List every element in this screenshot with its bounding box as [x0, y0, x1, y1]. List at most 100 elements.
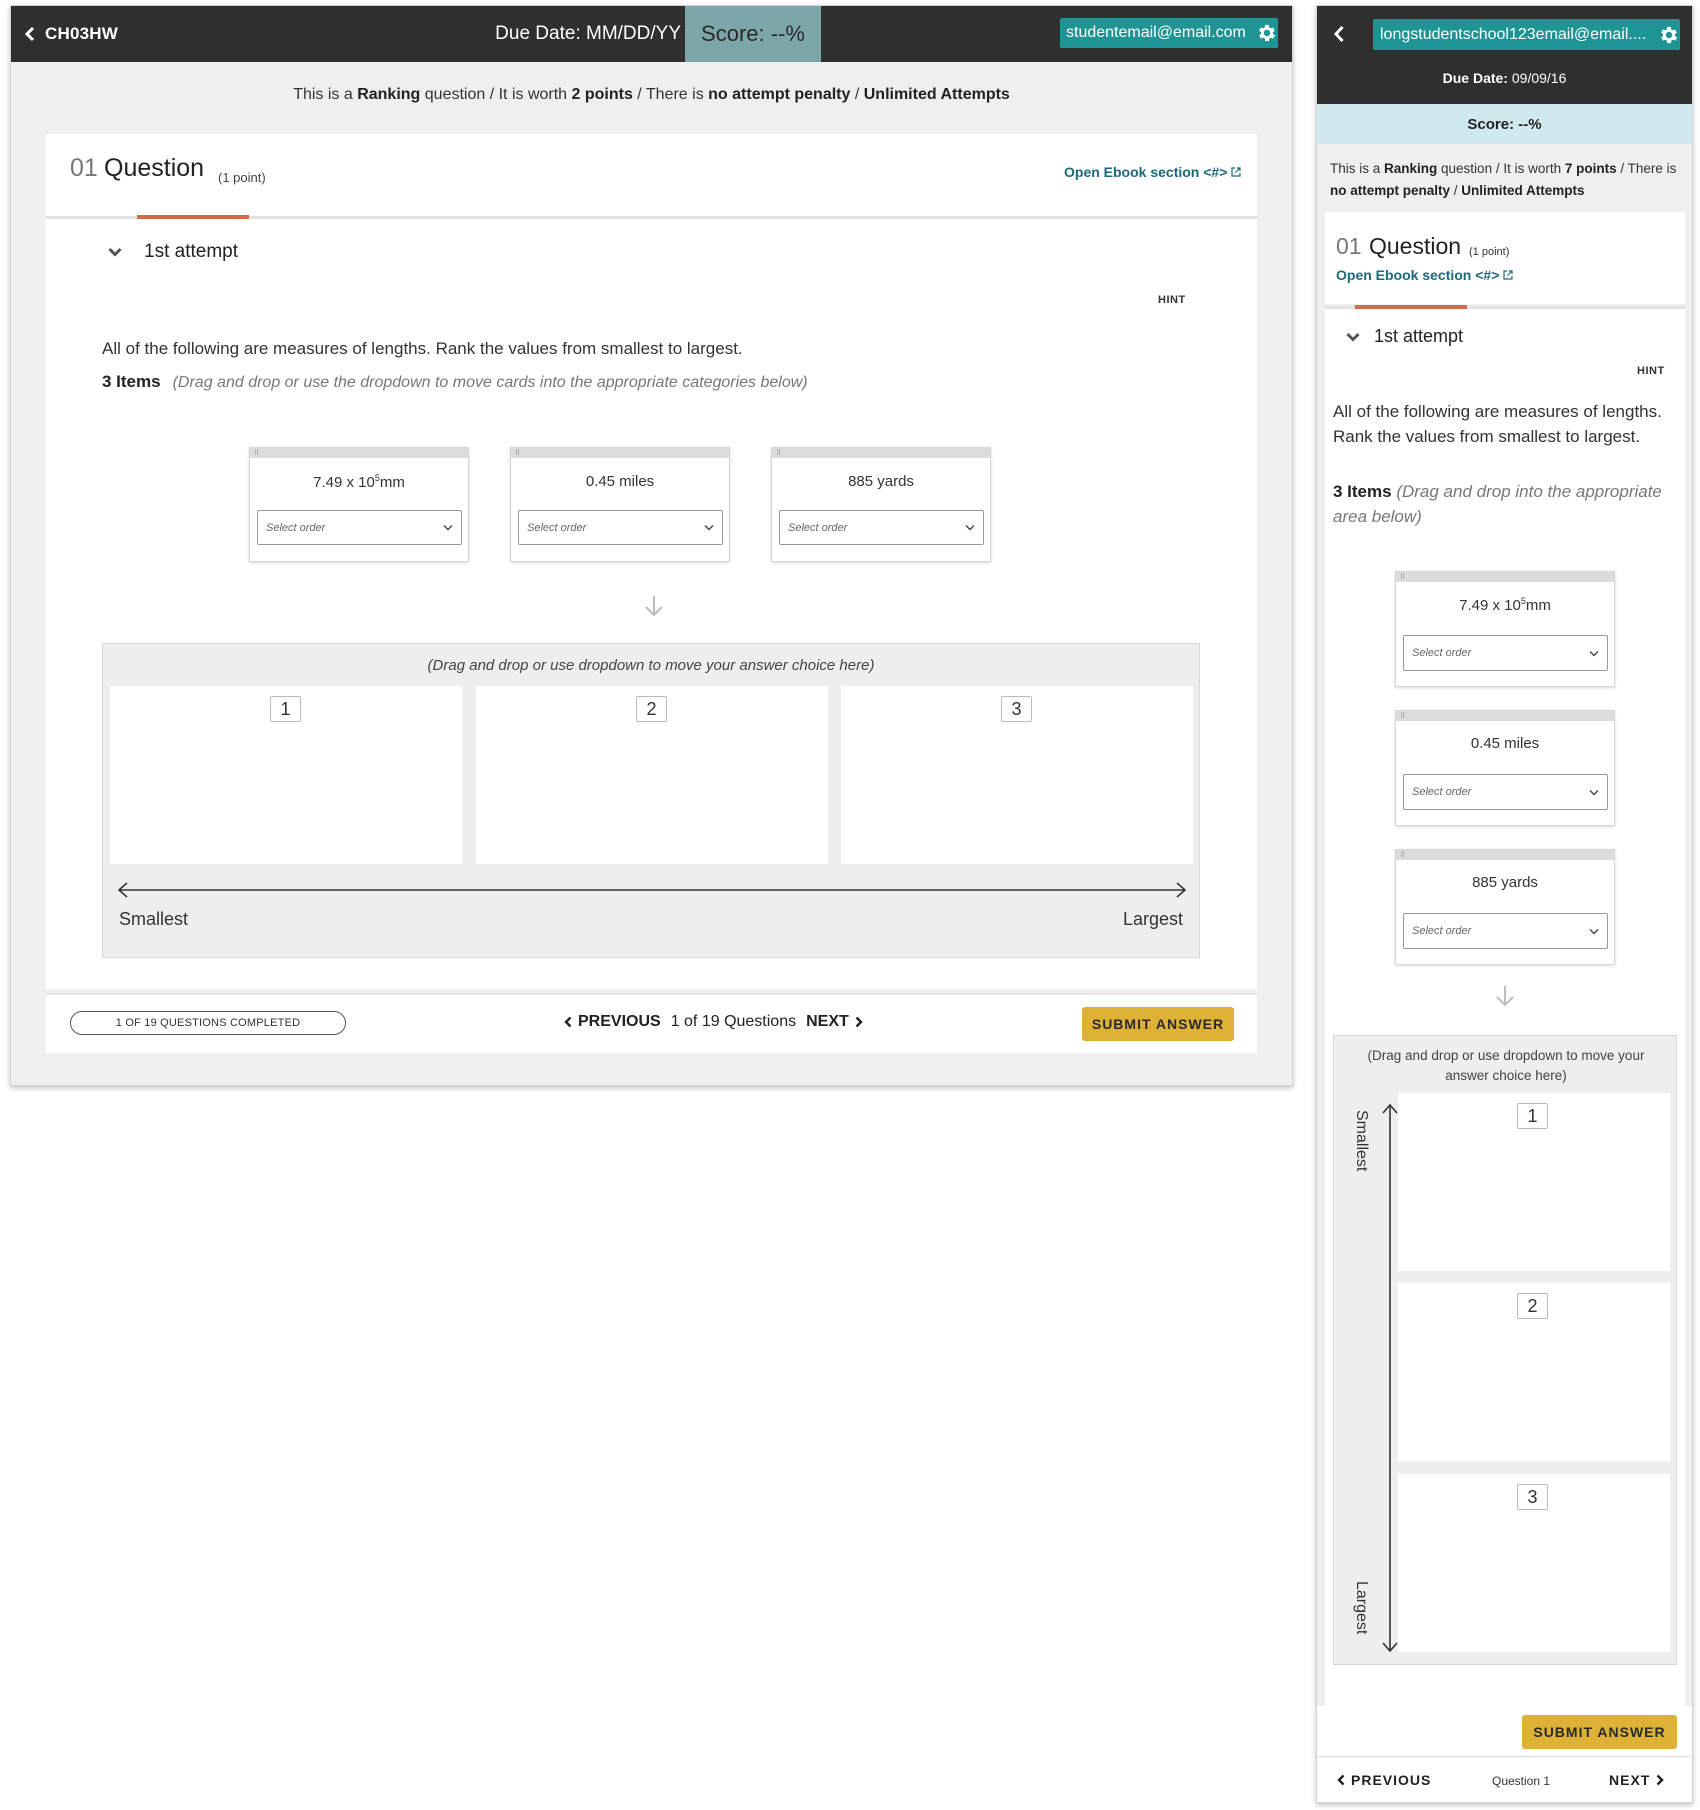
previous-button[interactable]: PREVIOUS — [1337, 1772, 1431, 1788]
submit-answer-button[interactable]: SUBMIT ANSWER — [1522, 1715, 1677, 1749]
back-button[interactable]: CH03HW — [25, 22, 118, 46]
account-email: longstudentschool123email@email.... — [1380, 25, 1647, 43]
submit-bar: SUBMIT ANSWER — [1317, 1706, 1692, 1756]
ranking-slot[interactable]: 1 — [1398, 1093, 1670, 1271]
slot-number: 2 — [1517, 1293, 1548, 1319]
assignment-name: CH03HW — [45, 24, 118, 43]
scale-axis — [117, 882, 1187, 898]
account-menu[interactable]: longstudentschool123email@email.... — [1373, 19, 1680, 50]
scale-largest-label: Largest — [1344, 1581, 1374, 1651]
scale-largest-label: Largest — [1122, 909, 1183, 929]
ebook-link-label: Open Ebook section <#> — [1336, 267, 1500, 283]
card-value-unit: mm — [1525, 597, 1551, 614]
items-count: 3 Items — [102, 372, 161, 391]
order-select[interactable]: Select order — [1403, 913, 1608, 949]
due-date-label: Due Date: — [1442, 70, 1508, 86]
chevron-left-icon — [25, 26, 35, 42]
hint-button[interactable]: HINT — [1158, 294, 1186, 306]
question-position: 1 of 19 Questions — [670, 1013, 797, 1030]
card-value-base: 7.49 x 10 — [1459, 597, 1521, 614]
ranking-slot[interactable]: 1 — [110, 686, 462, 864]
order-select-placeholder: Select order — [1412, 786, 1472, 798]
answer-card[interactable]: ⠿ 7.49 x 105mm Select order — [249, 447, 469, 562]
grip-icon[interactable]: ⠿ — [511, 448, 729, 458]
attempt-toggle[interactable]: 1st attempt — [1346, 326, 1463, 347]
ranking-dropzone[interactable]: (Drag and drop or use dropdown to move y… — [102, 643, 1200, 958]
arrow-down-icon — [645, 596, 663, 617]
items-instruction: (Drag and drop or use the dropdown to mo… — [172, 374, 808, 391]
answer-card[interactable]: ⠿ 7.49 x 105mm Select order — [1395, 571, 1615, 687]
info-text: question / It is worth — [1437, 161, 1565, 176]
next-label: NEXT — [1609, 1772, 1651, 1788]
question-navigation: PREVIOUS Question 1 NEXT — [1317, 1756, 1692, 1802]
slot-number: 1 — [270, 696, 301, 722]
ebook-link[interactable]: Open Ebook section <#> — [1336, 267, 1513, 283]
gear-icon[interactable] — [1256, 22, 1278, 44]
info-text: This is a — [1330, 161, 1385, 176]
gear-icon[interactable] — [1658, 24, 1680, 46]
chevron-down-icon — [704, 525, 714, 531]
hint-button[interactable]: HINT — [1637, 365, 1665, 377]
grip-icon[interactable]: ⠿ — [1396, 711, 1614, 721]
ebook-link[interactable]: Open Ebook section <#> — [1064, 164, 1241, 180]
attempt-label: 1st attempt — [1374, 326, 1464, 346]
order-select[interactable]: Select order — [1403, 774, 1608, 810]
order-select[interactable]: Select order — [779, 510, 984, 545]
order-select-placeholder: Select order — [1412, 647, 1472, 659]
grip-icon[interactable]: ⠿ — [250, 448, 468, 458]
arrow-down-icon — [1496, 986, 1514, 1007]
answer-card[interactable]: ⠿ 0.45 miles Select order — [1395, 710, 1615, 826]
info-text: question / It is worth — [420, 86, 572, 103]
attempt-limit: Unlimited Attempts — [1461, 183, 1585, 198]
ranking-slot[interactable]: 2 — [1398, 1283, 1670, 1461]
order-select[interactable]: Select order — [257, 510, 462, 545]
question-navigation: PREVIOUS 1 of 19 Questions NEXT — [564, 1013, 863, 1031]
progress-indicator: 1 OF 19 QUESTIONS COMPLETED — [70, 1011, 346, 1035]
question-type: Ranking — [1384, 161, 1438, 176]
next-button[interactable]: NEXT — [806, 1013, 863, 1031]
question-worth: 2 points — [571, 86, 633, 103]
desktop-window: CH03HW Due Date: MM/DD/YY Score: --% stu… — [10, 5, 1293, 1086]
chevron-down-icon — [108, 247, 122, 257]
next-label: NEXT — [806, 1013, 849, 1030]
grip-icon[interactable]: ⠿ — [772, 448, 990, 458]
info-text: / There is — [1616, 161, 1677, 176]
answer-card[interactable]: ⠿ 885 yards Select order — [771, 447, 991, 562]
chevron-left-icon — [564, 1016, 572, 1028]
question-worth: 7 points — [1564, 161, 1617, 176]
previous-button[interactable]: PREVIOUS — [564, 1013, 661, 1031]
due-date: Due Date: MM/DD/YY — [495, 23, 681, 44]
ranking-slot[interactable]: 3 — [1398, 1474, 1670, 1652]
chevron-right-icon — [1656, 1774, 1665, 1786]
question-footer: 1 OF 19 QUESTIONS COMPLETED PREVIOUS 1 o… — [46, 993, 1257, 1053]
submit-answer-button[interactable]: SUBMIT ANSWER — [1082, 1007, 1234, 1041]
grip-icon[interactable]: ⠿ — [1396, 572, 1614, 582]
order-select[interactable]: Select order — [518, 510, 723, 545]
next-button[interactable]: NEXT — [1609, 1772, 1665, 1788]
card-value: 885 yards — [1472, 874, 1538, 891]
previous-label: PREVIOUS — [578, 1013, 661, 1030]
info-text: / — [850, 86, 864, 103]
ebook-link-label: Open Ebook section <#> — [1064, 164, 1228, 180]
order-select-placeholder: Select order — [266, 521, 326, 534]
grip-icon[interactable]: ⠿ — [1396, 850, 1614, 860]
answer-card[interactable]: ⠿ 0.45 miles Select order — [510, 447, 730, 562]
question-prompt: All of the following are measures of len… — [102, 339, 743, 358]
answer-card[interactable]: ⠿ 885 yards Select order — [1395, 849, 1615, 965]
attempt-toggle[interactable]: 1st attempt — [108, 241, 238, 263]
account-menu[interactable]: studentemail@email.com — [1060, 18, 1278, 48]
scale-smallest-label: Smallest — [1344, 1110, 1374, 1180]
items-instructions: 3 Items (Drag and drop into the appropri… — [1333, 479, 1673, 529]
scale-largest-text: Largest — [1353, 1581, 1370, 1635]
info-text: / There is — [632, 86, 709, 103]
slot-number: 2 — [636, 696, 667, 722]
ranking-slot[interactable]: 3 — [841, 686, 1193, 864]
slot-number: 3 — [1517, 1484, 1548, 1510]
chevron-left-icon[interactable] — [1333, 25, 1345, 43]
ranking-dropzone[interactable]: (Drag and drop or use dropdown to move y… — [1333, 1035, 1677, 1665]
ranking-slot[interactable]: 2 — [476, 686, 828, 864]
order-select-placeholder: Select order — [788, 521, 848, 534]
chevron-down-icon — [965, 525, 975, 531]
question-header: 01 Question (1 point) Open Ebook section… — [46, 134, 1257, 216]
order-select[interactable]: Select order — [1403, 635, 1608, 671]
